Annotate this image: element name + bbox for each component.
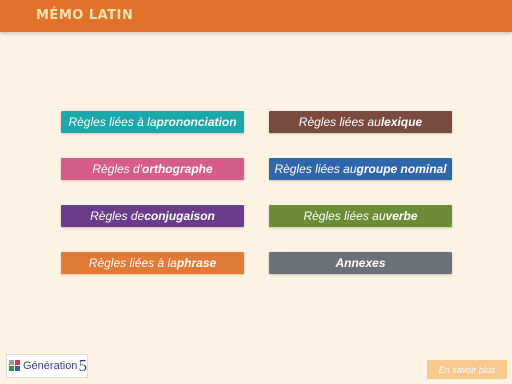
button-label-keyword: lexique [380, 115, 423, 129]
button-label-keyword: conjugaison [144, 209, 215, 223]
logo-text: Génération [23, 360, 78, 372]
rules-verb-button[interactable]: Règles liées au verbe [269, 205, 452, 227]
app-header: MÉMO LATIN [0, 0, 512, 32]
button-label-prefix: Règles liées au [298, 115, 381, 129]
button-label-prefix: Règles liées au [303, 209, 386, 223]
button-label-keyword: Annexes [335, 256, 386, 270]
button-label-keyword: prononciation [156, 115, 237, 129]
rules-conjugation-button[interactable]: Règles de conjugaison [61, 205, 244, 227]
rules-lexicon-button[interactable]: Règles liées au lexique [269, 111, 452, 133]
rules-spelling-button[interactable]: Règles d' orthographe [61, 158, 244, 180]
rules-noun-group-button[interactable]: Règles liées au groupe nominal [269, 158, 452, 180]
button-label-prefix: Règles liées au [274, 162, 357, 176]
button-label-keyword: verbe [385, 209, 418, 223]
button-label-prefix: Règles de [90, 209, 145, 223]
button-label-keyword: orthographe [141, 162, 213, 176]
rules-pronunciation-button[interactable]: Règles liées à la prononciation [61, 111, 244, 133]
annexes-button[interactable]: Annexes [269, 252, 452, 274]
rules-sentence-button[interactable]: Règles liées à la phrase [61, 252, 244, 274]
generation5-logo: Génération 5 [6, 354, 88, 378]
button-label-keyword: phrase [176, 256, 217, 270]
logo-squares-icon [9, 360, 21, 372]
button-label-keyword: groupe nominal [356, 162, 447, 176]
button-label-prefix: Règles liées à la [88, 256, 177, 270]
learn-more-button[interactable]: En savoir plus [427, 360, 507, 379]
button-label-prefix: Règles liées à la [68, 115, 157, 129]
app-title: MÉMO LATIN [36, 8, 134, 23]
button-label-prefix: Règles d' [92, 162, 142, 176]
logo-number: 5 [78, 356, 87, 375]
